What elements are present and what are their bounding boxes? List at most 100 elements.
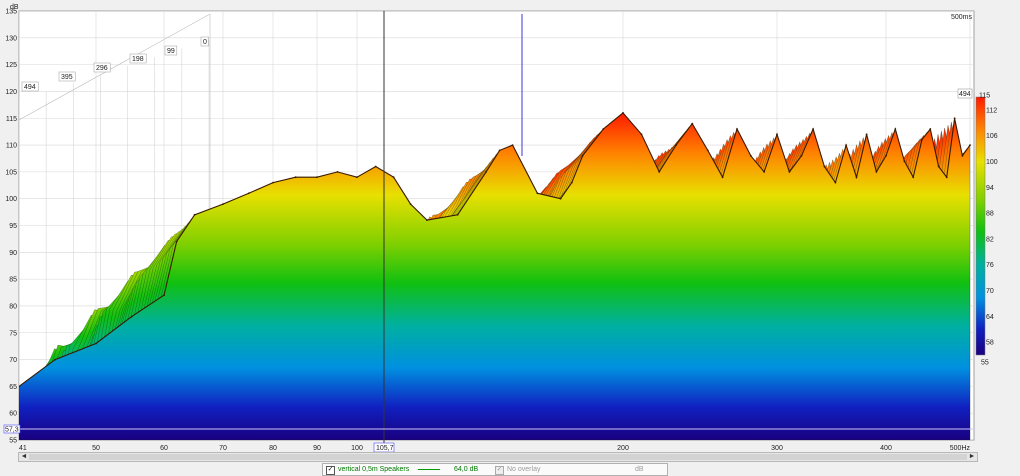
data-point bbox=[356, 176, 358, 179]
data-point bbox=[788, 171, 791, 173]
cursor-level-readout: 57,3 bbox=[5, 427, 19, 434]
data-point bbox=[691, 122, 694, 125]
data-point bbox=[222, 203, 224, 206]
legend-overlay-label: No overlay bbox=[507, 466, 541, 473]
y-tick-label: 125 bbox=[5, 62, 17, 69]
colorbar-tick-label: 82 bbox=[986, 236, 994, 243]
data-point bbox=[559, 197, 562, 200]
data-point bbox=[511, 144, 514, 147]
colorbar-tick-label: 112 bbox=[986, 107, 997, 114]
data-point bbox=[800, 154, 803, 157]
y-tick-label: 65 bbox=[9, 384, 17, 391]
trace-legend: ✓ vertical 0,5m Speakers 64,0 dB ✓ No ov… bbox=[322, 463, 668, 476]
legend-trace-name: vertical 0,5m Speakers bbox=[338, 466, 410, 473]
horizontal-scrollbar[interactable]: ◄ ► bbox=[18, 452, 978, 462]
data-point bbox=[845, 144, 847, 147]
data-point bbox=[894, 128, 897, 130]
colorbar-tick-label: 106 bbox=[986, 133, 998, 140]
x-tick-label: 41 bbox=[19, 445, 27, 452]
y-tick-label: 80 bbox=[9, 303, 17, 310]
data-point bbox=[885, 154, 887, 157]
data-point bbox=[536, 192, 539, 195]
data-point bbox=[961, 154, 964, 157]
data-point bbox=[721, 176, 724, 179]
y-axis: 1351301251201151101051009590858075706560… bbox=[5, 9, 17, 445]
color-scale: 115 112 106 100 94 88 82 76 70 64 58 55 bbox=[975, 93, 998, 367]
data-point bbox=[921, 138, 923, 141]
data-point bbox=[812, 128, 814, 130]
data-point bbox=[485, 171, 487, 173]
data-point bbox=[95, 342, 97, 345]
data-point bbox=[912, 176, 915, 179]
data-point bbox=[316, 176, 318, 179]
data-point bbox=[865, 133, 868, 136]
legend-overlay-unit: dB bbox=[635, 466, 644, 473]
x-tick-label: 70 bbox=[219, 445, 227, 452]
scrollbar-thumb[interactable] bbox=[29, 454, 967, 460]
data-point bbox=[763, 171, 765, 173]
y-tick-label: 105 bbox=[5, 169, 17, 176]
colorbar-tick-label: 64 bbox=[986, 314, 994, 321]
data-point bbox=[374, 165, 377, 168]
x-tick-label: 400 bbox=[880, 445, 892, 452]
color-scale-bar bbox=[975, 96, 986, 356]
right-axis-label: 494 bbox=[959, 91, 971, 98]
x-tick-label: 60 bbox=[160, 445, 168, 452]
time-axis-top-label: 500ms bbox=[951, 14, 973, 21]
data-point bbox=[834, 181, 837, 184]
data-point bbox=[675, 144, 677, 147]
data-point bbox=[969, 144, 971, 147]
data-point bbox=[193, 213, 196, 216]
data-point bbox=[163, 294, 165, 297]
data-point bbox=[622, 112, 624, 114]
data-point bbox=[602, 128, 605, 130]
waterfall-chart[interactable]: 1351301251201151101051009590858075706560… bbox=[0, 0, 1020, 452]
y-axis-label: dB bbox=[10, 4, 19, 11]
x-tick-label: 50 bbox=[92, 445, 100, 452]
time-label: 296 bbox=[96, 65, 108, 72]
y-tick-label: 75 bbox=[9, 330, 17, 337]
y-tick-label: 55 bbox=[9, 438, 17, 445]
colorbar-tick-label: 58 bbox=[986, 340, 994, 347]
y-tick-label: 85 bbox=[9, 277, 17, 284]
data-point bbox=[749, 154, 752, 157]
scroll-right-icon[interactable]: ► bbox=[967, 453, 977, 461]
data-point bbox=[855, 176, 858, 179]
data-point bbox=[929, 128, 932, 130]
legend-trace-value: 64,0 dB bbox=[454, 466, 479, 473]
data-point bbox=[54, 358, 56, 361]
trace-checkbox[interactable]: ✓ bbox=[326, 466, 335, 475]
colorbar-tick-label: 76 bbox=[986, 262, 994, 269]
colorbar-tick-label: 100 bbox=[986, 159, 998, 166]
y-tick-label: 70 bbox=[9, 357, 17, 364]
time-label: 494 bbox=[24, 84, 36, 91]
x-tick-label: 500Hz bbox=[950, 445, 971, 452]
data-point bbox=[903, 160, 906, 163]
scroll-left-icon[interactable]: ◄ bbox=[19, 453, 29, 461]
y-tick-label: 110 bbox=[6, 143, 17, 150]
colorbar-tick-label: 94 bbox=[986, 185, 994, 192]
time-label: 0 bbox=[203, 39, 207, 46]
overlay-checkbox[interactable]: ✓ bbox=[495, 466, 504, 475]
y-tick-label: 100 bbox=[5, 196, 17, 203]
data-point bbox=[294, 176, 297, 179]
y-tick-label: 60 bbox=[9, 411, 17, 418]
data-point bbox=[336, 171, 339, 173]
time-label: 198 bbox=[132, 56, 144, 63]
data-point bbox=[175, 240, 178, 243]
x-tick-label: 90 bbox=[313, 445, 321, 452]
data-point bbox=[247, 192, 250, 195]
data-point bbox=[875, 171, 878, 173]
data-point bbox=[581, 154, 584, 157]
data-point bbox=[640, 133, 643, 136]
data-point bbox=[776, 133, 778, 136]
x-tick-label: 80 bbox=[269, 445, 277, 452]
data-point bbox=[953, 117, 956, 120]
data-point bbox=[570, 181, 573, 184]
x-tick-label: 300 bbox=[771, 445, 783, 452]
data-point bbox=[658, 171, 661, 173]
data-point bbox=[937, 165, 940, 168]
y-tick-label: 90 bbox=[9, 250, 17, 257]
x-tick-label: 200 bbox=[617, 445, 629, 452]
y-tick-label: 120 bbox=[5, 89, 17, 96]
